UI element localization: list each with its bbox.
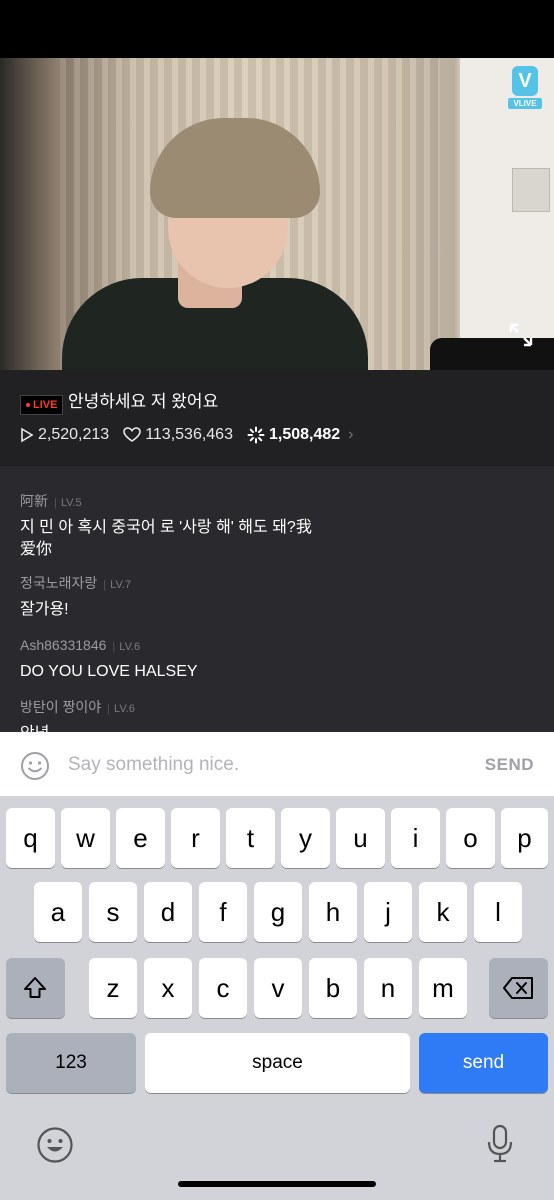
key-w[interactable]: w bbox=[61, 808, 110, 868]
key-c[interactable]: c bbox=[199, 958, 247, 1018]
chat-level: LV.6 bbox=[114, 703, 135, 715]
chat-level: LV.7 bbox=[110, 579, 131, 591]
broadcast-info-panel bbox=[0, 370, 554, 466]
key-l[interactable]: l bbox=[474, 882, 522, 942]
key-r[interactable]: r bbox=[171, 808, 220, 868]
chat-username[interactable]: 방탄이 짱이야 bbox=[20, 699, 101, 715]
play-icon bbox=[21, 427, 34, 443]
chat-separator: | bbox=[107, 703, 111, 715]
chat-level: LV.5 bbox=[60, 497, 82, 509]
key-z[interactable]: z bbox=[89, 958, 137, 1018]
emoji-smiley-icon[interactable] bbox=[20, 751, 50, 781]
key-b[interactable]: b bbox=[309, 958, 357, 1018]
key-k[interactable]: k bbox=[419, 882, 467, 942]
vlive-logo: V VLIVE bbox=[508, 66, 542, 112]
video-wall-panel bbox=[512, 168, 550, 212]
chat-level: LV.6 bbox=[119, 641, 141, 653]
stars-count: 1,508,482 bbox=[268, 426, 341, 443]
chat-separator: | bbox=[103, 579, 107, 591]
chat-feed[interactable]: 阿新 | LV.5 지 민 아 혹시 중국어 로 '사랑 해' 해도 돼?我爱你 정… bbox=[0, 466, 554, 732]
chat-separator: | bbox=[54, 497, 57, 509]
shift-key[interactable] bbox=[6, 958, 65, 1018]
key-y[interactable]: y bbox=[281, 808, 330, 868]
send-button[interactable]: SEND bbox=[485, 754, 534, 776]
key-n[interactable]: n bbox=[364, 958, 412, 1018]
key-g[interactable]: g bbox=[254, 882, 302, 942]
views-stat: 2,520,213 bbox=[20, 425, 109, 445]
broadcast-stats[interactable]: 2,520,213 113,536,463 1,508,482 › bbox=[20, 425, 354, 445]
chat-text: 지 민 아 혹시 중국어 로 '사랑 해' 해도 돼?我爱你 bbox=[20, 519, 312, 558]
video-player[interactable] bbox=[0, 58, 554, 370]
key-d[interactable]: d bbox=[144, 882, 192, 942]
key-a[interactable]: a bbox=[34, 882, 82, 942]
chat-text: 안녕 bbox=[20, 723, 320, 732]
key-s[interactable]: s bbox=[89, 882, 137, 942]
chat-message: 阿新 | LV.5 지 민 아 혹시 중국어 로 '사랑 해' 해도 돼?我爱你 bbox=[20, 492, 320, 561]
keyboard-send-key[interactable]: send bbox=[419, 1033, 548, 1093]
chat-message: Ash86331846 | LV.6 DO YOU LOVE HALSEY bbox=[20, 636, 320, 683]
key-q[interactable]: q bbox=[6, 808, 55, 868]
key-h[interactable]: h bbox=[309, 882, 357, 942]
chat-message: 정국노래자랑 | LV.7 잘가용! bbox=[20, 574, 320, 621]
microphone-icon[interactable] bbox=[485, 1124, 515, 1164]
live-dot-icon bbox=[26, 403, 30, 408]
key-u[interactable]: u bbox=[336, 808, 385, 868]
views-count: 2,520,213 bbox=[38, 426, 110, 443]
live-badge: LIVE bbox=[20, 395, 64, 415]
broadcast-title: 안녕하세요 저 왔어요 bbox=[68, 392, 219, 411]
chat-input-field[interactable]: Say something nice. bbox=[68, 753, 239, 777]
key-j[interactable]: j bbox=[364, 882, 412, 942]
likes-stat: 113,536,463 bbox=[123, 425, 233, 445]
backspace-icon bbox=[503, 977, 533, 999]
chat-message: 방탄이 짱이야 |LV.6 안녕 bbox=[20, 698, 320, 732]
sparkle-icon bbox=[247, 426, 265, 444]
chat-username[interactable]: 阿新 bbox=[20, 493, 48, 509]
key-m[interactable]: m bbox=[419, 958, 467, 1018]
key-v[interactable]: v bbox=[254, 958, 302, 1018]
chat-separator: | bbox=[112, 641, 116, 653]
home-indicator[interactable] bbox=[178, 1181, 376, 1187]
key-f[interactable]: f bbox=[199, 882, 247, 942]
key-o[interactable]: o bbox=[446, 808, 495, 868]
stars-stat: 1,508,482 bbox=[247, 425, 340, 445]
shift-arrow-icon bbox=[24, 977, 46, 998]
key-i[interactable]: i bbox=[391, 808, 440, 868]
vlive-logo-mark: V bbox=[512, 66, 538, 96]
chat-username[interactable]: 정국노래자랑 bbox=[20, 575, 97, 591]
live-badge-label: LIVE bbox=[33, 399, 58, 411]
likes-count: 113,536,463 bbox=[145, 426, 233, 443]
video-chair bbox=[430, 338, 554, 370]
vlive-logo-text: VLIVE bbox=[508, 98, 542, 109]
status-bar bbox=[0, 0, 554, 58]
chat-username[interactable]: Ash86331846 bbox=[20, 637, 106, 653]
backspace-key[interactable] bbox=[489, 958, 548, 1018]
chevron-right-icon[interactable]: › bbox=[348, 425, 353, 445]
key-t[interactable]: t bbox=[226, 808, 275, 868]
fullscreen-expand-icon[interactable] bbox=[508, 322, 534, 348]
space-key[interactable]: space bbox=[145, 1033, 410, 1093]
key-e[interactable]: e bbox=[116, 808, 165, 868]
key-x[interactable]: x bbox=[144, 958, 192, 1018]
numbers-key[interactable]: 123 bbox=[6, 1033, 136, 1093]
heart-icon bbox=[123, 427, 141, 442]
chat-text: DO YOU LOVE HALSEY bbox=[20, 663, 198, 680]
chat-text: 잘가용! bbox=[20, 601, 69, 618]
key-p[interactable]: p bbox=[501, 808, 548, 868]
emoji-keyboard-icon[interactable] bbox=[36, 1126, 74, 1164]
